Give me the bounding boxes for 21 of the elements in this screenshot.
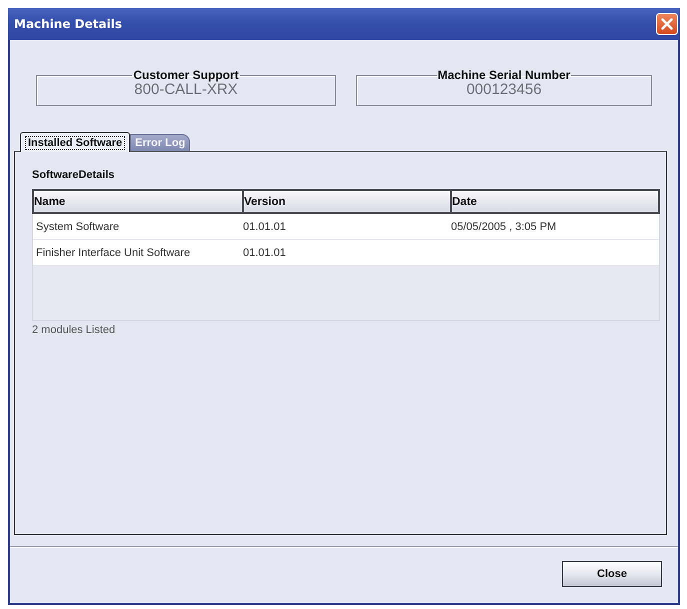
tab[interactable]: Installed Software [20, 132, 130, 152]
window-title: Machine Details [14, 17, 122, 31]
table-cell-text: Finisher Interface Unit Software [35, 246, 192, 260]
table-cell-text: 01.01.01 [242, 220, 287, 234]
close-button[interactable] [656, 13, 678, 35]
section-title: SoftwareDetails [32, 169, 116, 182]
table-cell-text: 05/05/2005 , 3:05 PM [450, 220, 558, 234]
close-button[interactable]: Close [562, 561, 662, 587]
status-text: 2 modules Listed [32, 324, 116, 337]
table-row[interactable]: Finisher Interface Unit Software 01.01.01 [33, 240, 659, 266]
table-cell-text: System Software [35, 220, 120, 234]
column-header: Date [450, 191, 658, 212]
info-value: 800-CALL-XRX [134, 82, 238, 95]
table-row[interactable]: System Software 01.01.01 05/05/2005 , 3:05 PM [33, 214, 659, 240]
info-label: Machine Serial Number [436, 69, 572, 82]
column-header: Version [242, 191, 450, 212]
info-value: 000123456 [466, 82, 542, 95]
info-label: Customer Support [132, 69, 240, 82]
close-icon [656, 13, 678, 35]
column-header: Name [34, 194, 66, 210]
table-cell-text: 01.01.01 [242, 246, 287, 260]
